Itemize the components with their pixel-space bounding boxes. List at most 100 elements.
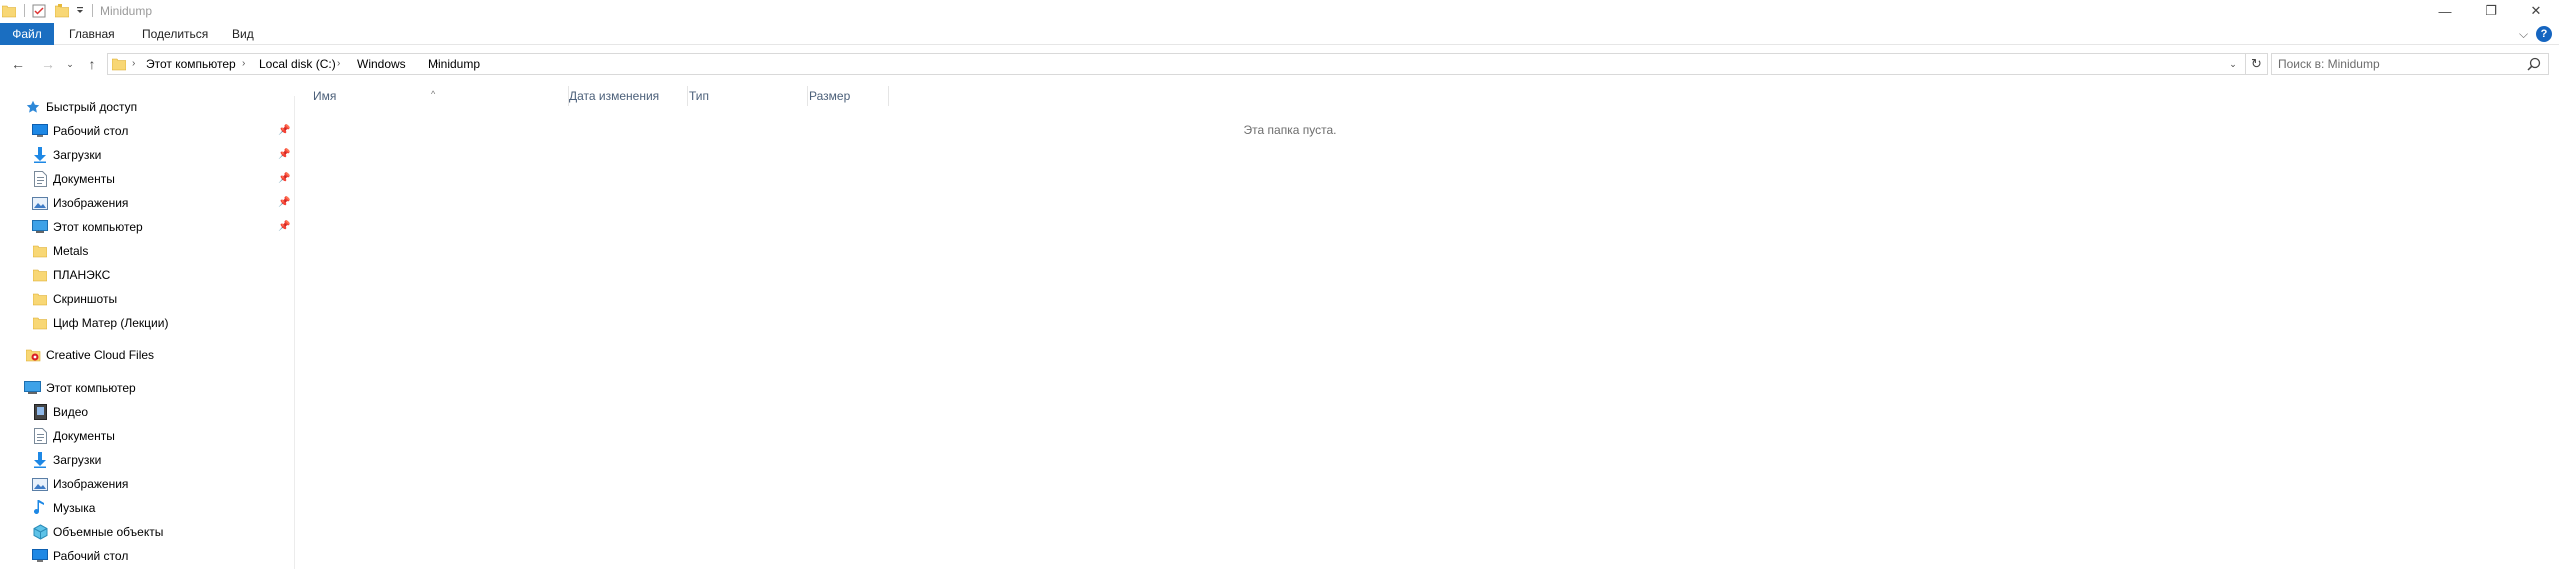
pin-icon[interactable]: 📌 <box>278 197 290 209</box>
window-title: Minidump <box>100 4 153 18</box>
navigation-pane: Быстрый доступ Рабочий стол 📌 Загрузки 📌… <box>0 96 295 569</box>
breadcrumb-minidump[interactable]: Minidump <box>428 54 480 74</box>
sidebar-item-label: Документы <box>53 429 115 443</box>
breadcrumb-separator[interactable]: › <box>242 54 245 74</box>
column-header-size[interactable]: Размер <box>792 86 888 106</box>
pin-icon[interactable]: 📌 <box>278 173 290 185</box>
address-bar[interactable]: › Этот компьютер › Local disk (C:) › Win… <box>107 53 2246 75</box>
desktop-icon <box>32 123 48 139</box>
sidebar-item-downloads[interactable]: Загрузки <box>32 145 101 165</box>
sidebar-item-label: Циф Матер (Лекции) <box>53 316 169 330</box>
tab-home[interactable]: Главная <box>69 23 115 45</box>
breadcrumb-this-pc[interactable]: Этот компьютер <box>146 54 236 74</box>
sidebar-item-this-pc-quick[interactable]: Этот компьютер <box>32 217 143 237</box>
breadcrumb-windows[interactable]: Windows <box>357 54 406 74</box>
3d-objects-icon <box>32 524 48 540</box>
sidebar-item-label: Загрузки <box>53 148 102 162</box>
pin-icon[interactable]: 📌 <box>278 125 290 137</box>
sidebar-item-label: Metals <box>53 244 89 258</box>
downloads-icon <box>32 147 48 163</box>
customize-quick-access-icon[interactable] <box>76 3 84 19</box>
toolbar-separator <box>92 4 93 17</box>
sidebar-item-label: Изображения <box>53 196 129 210</box>
sidebar-item-label: Изображения <box>53 477 129 491</box>
empty-folder-message: Эта папка пуста. <box>1243 123 1337 137</box>
sidebar-item-pc-pictures[interactable]: Изображения <box>32 474 128 494</box>
tab-share[interactable]: Поделиться <box>142 23 208 45</box>
close-icon: ✕ <box>2530 3 2542 18</box>
ribbon-tabs: Файл Главная Поделиться Вид ⌵ ? <box>0 23 2559 45</box>
sidebar-item-documents[interactable]: Документы <box>32 169 115 189</box>
folder-icon <box>32 291 48 307</box>
navigation-bar: ← → ⌄ ↑ › Этот компьютер › Local disk (C… <box>0 50 2559 78</box>
sidebar-item-creative-cloud[interactable]: Creative Cloud Files <box>25 345 154 365</box>
close-button[interactable]: ✕ <box>2513 0 2559 22</box>
tab-view[interactable]: Вид <box>232 23 254 45</box>
sidebar-item-pictures[interactable]: Изображения <box>32 193 128 213</box>
sidebar-item-label: Creative Cloud Files <box>46 348 155 362</box>
sidebar-item-label: Рабочий стол <box>53 124 129 138</box>
documents-icon <box>32 171 48 187</box>
sidebar-item-quick-access[interactable]: Быстрый доступ <box>25 97 137 117</box>
sidebar-item-pc-documents[interactable]: Документы <box>32 426 115 446</box>
properties-icon[interactable] <box>32 3 46 19</box>
forward-button[interactable]: → <box>39 56 57 72</box>
sidebar-item-label: Рабочий стол <box>53 549 129 563</box>
sidebar-item-planex[interactable]: ПЛАНЭКС <box>32 265 110 285</box>
sidebar-item-desktop[interactable]: Рабочий стол <box>32 121 128 141</box>
up-button[interactable]: ↑ <box>83 56 101 72</box>
file-list[interactable]: Имя ^ Дата изменения Тип Размер Эта папк… <box>296 80 2559 569</box>
sidebar-item-lectures[interactable]: Циф Матер (Лекции) <box>32 313 168 333</box>
search-input[interactable] <box>2272 54 2522 74</box>
star-icon <box>25 99 41 115</box>
search-box[interactable] <box>2271 53 2549 75</box>
desktop-icon <box>32 548 48 564</box>
breadcrumb-local-disk[interactable]: Local disk (C:) <box>259 54 336 74</box>
video-icon <box>32 404 48 420</box>
sidebar-item-label: Объемные объекты <box>53 525 164 539</box>
column-header-label: Имя <box>313 89 337 103</box>
documents-icon <box>32 428 48 444</box>
expand-ribbon-icon[interactable]: ⌵ <box>2519 27 2528 42</box>
title-bar: Minidump — ❐ ✕ <box>0 0 2559 22</box>
folder-icon[interactable] <box>2 3 16 19</box>
sort-ascending-icon: ^ <box>431 89 436 99</box>
sidebar-item-screenshots[interactable]: Скриншоты <box>32 289 117 309</box>
sidebar-item-pc-downloads[interactable]: Загрузки <box>32 450 101 470</box>
back-button[interactable]: ← <box>9 56 27 72</box>
sidebar-item-label: Документы <box>53 172 115 186</box>
sidebar-item-label: Быстрый доступ <box>46 100 138 114</box>
tab-file[interactable]: Файл <box>0 23 54 45</box>
address-history-dropdown[interactable]: ⌄ <box>2223 54 2243 74</box>
breadcrumb-separator[interactable]: › <box>337 54 340 74</box>
recent-locations-button[interactable]: ⌄ <box>61 56 79 72</box>
refresh-button[interactable]: ↻ <box>2246 53 2268 75</box>
pin-icon[interactable]: 📌 <box>278 221 290 233</box>
column-divider[interactable] <box>888 86 889 106</box>
pictures-icon <box>32 195 48 211</box>
column-header-type[interactable]: Тип <box>672 86 792 106</box>
sidebar-item-video[interactable]: Видео <box>32 402 88 422</box>
column-header-name[interactable]: Имя ^ <box>296 86 568 106</box>
sidebar-item-music[interactable]: Музыка <box>32 498 95 518</box>
pin-icon[interactable]: 📌 <box>278 149 290 161</box>
minimize-button[interactable]: — <box>2422 0 2468 22</box>
sidebar-item-pc-desktop[interactable]: Рабочий стол <box>32 546 128 566</box>
sidebar-item-label: Музыка <box>53 501 96 515</box>
sidebar-item-3d-objects[interactable]: Объемные объекты <box>32 522 163 542</box>
minimize-icon: — <box>2438 3 2452 19</box>
restore-button[interactable]: ❐ <box>2468 0 2514 22</box>
breadcrumb-separator[interactable]: › <box>132 54 135 74</box>
sidebar-item-label: Видео <box>53 405 89 419</box>
folder-icon <box>32 243 48 259</box>
search-icon[interactable] <box>2526 56 2542 72</box>
pictures-icon <box>32 476 48 492</box>
help-icon[interactable]: ? <box>2536 26 2552 42</box>
sidebar-item-label: Загрузки <box>53 453 102 467</box>
downloads-icon <box>32 452 48 468</box>
sidebar-item-this-pc[interactable]: Этот компьютер <box>23 378 136 398</box>
folder-icon <box>32 267 48 283</box>
folder-icon <box>111 57 127 74</box>
new-folder-icon[interactable] <box>55 3 69 19</box>
sidebar-item-metals[interactable]: Metals <box>32 241 88 261</box>
